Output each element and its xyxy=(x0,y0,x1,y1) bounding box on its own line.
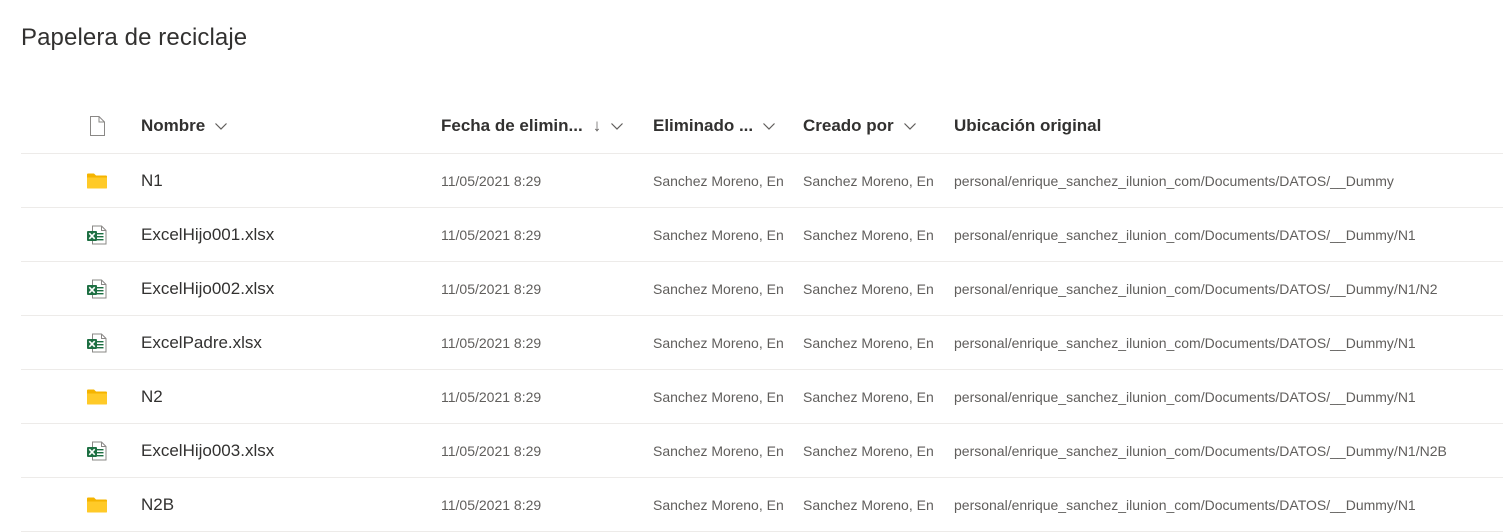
header-name[interactable]: Nombre xyxy=(141,99,431,153)
row-deleted-by: Sanchez Moreno, En xyxy=(653,496,784,513)
row-original-location: personal/enrique_sanchez_ilunion_com/Doc… xyxy=(954,334,1416,351)
header-deleted-by[interactable]: Eliminado ... xyxy=(653,99,798,153)
chevron-down-icon xyxy=(214,119,228,133)
folder-icon xyxy=(85,493,109,517)
row-date-deleted: 11/05/2021 8:29 xyxy=(441,442,542,459)
chevron-down-icon xyxy=(903,119,917,133)
row-date-deleted: 11/05/2021 8:29 xyxy=(441,496,542,513)
row-created-by: Sanchez Moreno, En xyxy=(803,226,934,243)
excel-file-icon xyxy=(85,439,109,463)
row-icon-cell xyxy=(85,370,125,423)
row-name[interactable]: N1 xyxy=(141,154,431,207)
row-name[interactable]: N2 xyxy=(141,370,431,423)
list-item[interactable]: ExcelHijo001.xlsx 11/05/2021 8:29 Sanche… xyxy=(21,208,1503,262)
row-date-deleted: 11/05/2021 8:29 xyxy=(441,280,542,297)
chevron-down-icon xyxy=(762,119,776,133)
row-date-deleted: 11/05/2021 8:29 xyxy=(441,388,542,405)
row-created-by: Sanchez Moreno, En xyxy=(803,172,934,189)
document-icon xyxy=(85,114,109,138)
row-created-by: Sanchez Moreno, En xyxy=(803,334,934,351)
row-deleted-by: Sanchez Moreno, En xyxy=(653,280,784,297)
list-item[interactable]: N2 11/05/2021 8:29 Sanchez Moreno, En Sa… xyxy=(21,370,1503,424)
list-header: Nombre Fecha de elimin... ↓ Eliminado ..… xyxy=(21,99,1503,154)
chevron-down-icon xyxy=(610,119,624,133)
list-item[interactable]: ExcelHijo002.xlsx 11/05/2021 8:29 Sanche… xyxy=(21,262,1503,316)
header-file-type[interactable] xyxy=(85,99,125,153)
row-original-location: personal/enrique_sanchez_ilunion_com/Doc… xyxy=(954,388,1416,405)
row-icon-cell xyxy=(85,262,125,315)
row-original-location: personal/enrique_sanchez_ilunion_com/Doc… xyxy=(954,172,1394,189)
header-date-deleted-label: Fecha de elimin... xyxy=(441,116,583,135)
row-created-by: Sanchez Moreno, En xyxy=(803,442,934,459)
recycle-bin-list: Nombre Fecha de elimin... ↓ Eliminado ..… xyxy=(21,99,1503,532)
folder-icon xyxy=(85,169,109,193)
sort-descending-icon: ↓ xyxy=(592,116,602,135)
row-icon-cell xyxy=(85,478,125,531)
row-created-by: Sanchez Moreno, En xyxy=(803,280,934,297)
header-name-label: Nombre xyxy=(141,116,206,135)
row-icon-cell xyxy=(85,154,125,207)
row-original-location: personal/enrique_sanchez_ilunion_com/Doc… xyxy=(954,280,1438,297)
row-original-location: personal/enrique_sanchez_ilunion_com/Doc… xyxy=(954,496,1416,513)
header-created-by-label: Creado por xyxy=(803,116,894,135)
row-name[interactable]: N2B xyxy=(141,478,431,531)
header-date-deleted[interactable]: Fecha de elimin... ↓ xyxy=(441,99,641,153)
list-item[interactable]: N2B 11/05/2021 8:29 Sanchez Moreno, En S… xyxy=(21,478,1503,532)
row-original-location: personal/enrique_sanchez_ilunion_com/Doc… xyxy=(954,442,1447,459)
row-deleted-by: Sanchez Moreno, En xyxy=(653,334,784,351)
list-item[interactable]: ExcelPadre.xlsx 11/05/2021 8:29 Sanchez … xyxy=(21,316,1503,370)
header-deleted-by-label: Eliminado ... xyxy=(653,116,754,135)
row-deleted-by: Sanchez Moreno, En xyxy=(653,442,784,459)
row-deleted-by: Sanchez Moreno, En xyxy=(653,388,784,405)
row-date-deleted: 11/05/2021 8:29 xyxy=(441,334,542,351)
row-created-by: Sanchez Moreno, En xyxy=(803,388,934,405)
row-icon-cell xyxy=(85,208,125,261)
row-name[interactable]: ExcelHijo003.xlsx xyxy=(141,424,431,477)
list-item[interactable]: N1 11/05/2021 8:29 Sanchez Moreno, En Sa… xyxy=(21,154,1503,208)
row-date-deleted: 11/05/2021 8:29 xyxy=(441,226,542,243)
excel-file-icon xyxy=(85,277,109,301)
row-created-by: Sanchez Moreno, En xyxy=(803,496,934,513)
row-name[interactable]: ExcelHijo002.xlsx xyxy=(141,262,431,315)
row-name[interactable]: ExcelHijo001.xlsx xyxy=(141,208,431,261)
row-deleted-by: Sanchez Moreno, En xyxy=(653,172,784,189)
list-body: N1 11/05/2021 8:29 Sanchez Moreno, En Sa… xyxy=(21,154,1503,532)
header-original-location[interactable]: Ubicación original xyxy=(954,99,1503,153)
row-original-location: personal/enrique_sanchez_ilunion_com/Doc… xyxy=(954,226,1416,243)
row-name[interactable]: ExcelPadre.xlsx xyxy=(141,316,431,369)
folder-icon xyxy=(85,385,109,409)
row-icon-cell xyxy=(85,424,125,477)
header-created-by[interactable]: Creado por xyxy=(803,99,948,153)
excel-file-icon xyxy=(85,223,109,247)
header-original-location-label: Ubicación original xyxy=(954,116,1102,135)
row-deleted-by: Sanchez Moreno, En xyxy=(653,226,784,243)
row-date-deleted: 11/05/2021 8:29 xyxy=(441,172,542,189)
excel-file-icon xyxy=(85,331,109,355)
row-icon-cell xyxy=(85,316,125,369)
list-item[interactable]: ExcelHijo003.xlsx 11/05/2021 8:29 Sanche… xyxy=(21,424,1503,478)
page-title: Papelera de reciclaje xyxy=(21,24,248,51)
